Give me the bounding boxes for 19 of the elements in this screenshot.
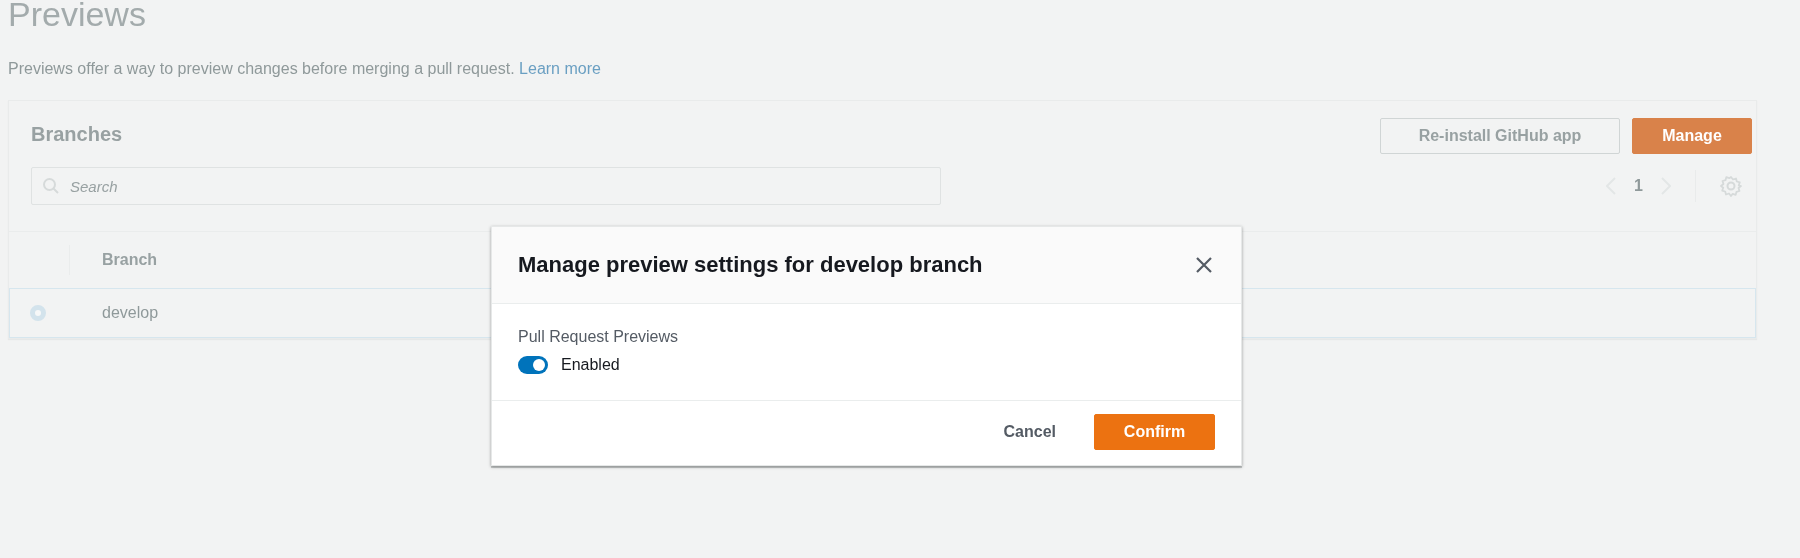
reinstall-app-button[interactable]: Re-install GitHub app — [1380, 118, 1620, 154]
search-field[interactable]: Search — [31, 167, 941, 205]
confirm-button[interactable]: Confirm — [1094, 414, 1215, 450]
toggle-label: Enabled — [561, 356, 620, 374]
column-header: Branch — [101, 251, 158, 269]
setting-label: Pull Request Previews — [518, 328, 680, 346]
page-description: Previews offer a way to preview changes before merging a pull request. Learn more — [8, 59, 602, 79]
learn-more-link[interactable]: Learn more — [519, 60, 601, 77]
manage-button[interactable]: Manage — [1632, 118, 1752, 154]
table-cell: develop — [102, 304, 159, 322]
cancel-button[interactable]: Cancel — [995, 414, 1064, 450]
search-icon — [42, 177, 60, 195]
dialog-title: Manage preview settings for develop branch — [518, 252, 983, 278]
toggle-switch[interactable] — [518, 356, 548, 374]
page-title: Previews — [8, 0, 147, 32]
page-number[interactable]: 1 — [1634, 177, 1643, 195]
settings-icon[interactable] — [1720, 175, 1742, 197]
row-radio[interactable] — [30, 305, 46, 321]
panel-title: Branches — [31, 123, 123, 146]
